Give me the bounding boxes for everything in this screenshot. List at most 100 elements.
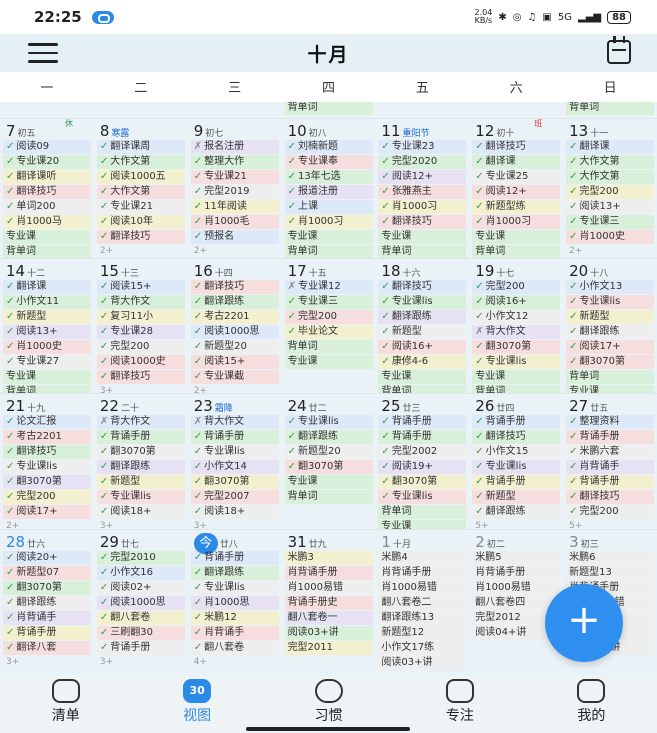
event-chip[interactable]: ✓ 肖1000习 xyxy=(472,215,561,229)
event-chip[interactable]: ✓ 预报名 xyxy=(190,230,279,244)
event-chip[interactable]: 专业课 xyxy=(3,370,91,384)
day-cell[interactable]: 11 重阳节 ✓ 专业课23 ✓ 完型2020 ✓ 阅读12+ ✓ 张雅燕主 ✓ 肖1000习 ✓ 翻译技… xyxy=(375,119,468,259)
event-chip[interactable]: 背诵手册史 xyxy=(284,596,373,610)
event-chip[interactable]: ✓ 阅读15+ xyxy=(96,280,185,294)
more-events-count[interactable]: 2+ xyxy=(95,245,187,258)
event-chip[interactable]: ✓ 翻译跟练 xyxy=(96,460,185,474)
event-chip[interactable]: ✓ 阅读18+ xyxy=(190,505,279,519)
event-chip[interactable]: ✓ 小作文14 xyxy=(190,460,279,474)
day-cell[interactable]: 10 初八 ✓ 刘楠新题 ✓ 专业课奉 ✓ 13年七选 ✓ 报道注册 ✓ 上课 ✓ 肖1000习 专业课 背单… xyxy=(281,119,375,259)
event-chip[interactable]: 完型2011 xyxy=(284,641,373,655)
event-chip[interactable]: 肖1000易错 xyxy=(472,581,561,595)
event-chip[interactable]: ✓ 张雅燕主 xyxy=(378,185,467,199)
event-chip[interactable]: ✓ 复习11小 xyxy=(96,310,185,324)
event-chip[interactable]: ✓ 背诵手册 xyxy=(96,641,185,655)
nav-profile[interactable]: 我的 xyxy=(526,676,657,733)
event-chip[interactable]: ✓ 大作文第 xyxy=(96,155,185,169)
event-chip[interactable]: ✓ 背诵手册 xyxy=(3,626,91,640)
event-chip[interactable]: ✓ 肖1000思 xyxy=(190,596,279,610)
event-chip[interactable]: 新题型13 xyxy=(566,566,655,580)
event-chip[interactable]: ✓ 整理大作 xyxy=(190,155,279,169)
event-chip[interactable]: ✓ 翻译技巧 xyxy=(378,215,467,229)
event-chip[interactable]: ✓ 新题型 xyxy=(3,310,91,324)
event-chip[interactable]: ✓ 小作文12 xyxy=(472,310,561,324)
day-cell[interactable]: 13 十一 ✓ 翻译课 ✓ 大作文第 ✓ 大作文第 ✓ 完型200 ✓ 阅读13+ ✓ 专业课三 ✓ 肖100… xyxy=(563,119,656,259)
event-chip[interactable]: ✓ 翻译跟练 xyxy=(566,325,655,339)
event-chip[interactable]: ✓ 翻译跟练 xyxy=(3,596,91,610)
event-chip[interactable]: ✓ 专业课23 xyxy=(378,140,467,154)
day-cell[interactable]: 15 十三 ✓ 阅读15+ ✓ 背大作文 ✓ 复习11小 ✓ 专业课28 ✓ 完型200 ✓ 阅读1000… xyxy=(93,259,187,394)
event-chip[interactable]: ✓ 上课 xyxy=(284,200,373,214)
event-chip[interactable]: ✓ 完型200 xyxy=(3,490,91,504)
event-chip[interactable]: 米鹏4 xyxy=(378,551,467,565)
event-chip[interactable]: 小作文17练 xyxy=(378,641,467,655)
event-chip[interactable]: 背单词 xyxy=(284,245,373,259)
event-chip[interactable]: ✓ 专业课lis xyxy=(3,460,91,474)
event-chip[interactable]: 新题型12 xyxy=(378,626,467,640)
event-chip[interactable]: ✓ 翻3070第 xyxy=(3,475,91,489)
day-cell[interactable]: 14 十二 ✓ 翻译课 ✓ 小作文11 ✓ 新题型 ✓ 阅读13+ ✓ 肖1000史 ✓ 专业课27 专业课… xyxy=(0,259,93,394)
event-chip[interactable]: ✓ 大作文第 xyxy=(566,155,655,169)
event-chip[interactable]: ✓ 翻译技巧 xyxy=(96,370,185,384)
calendar-view-icon[interactable]: 30 xyxy=(183,679,212,703)
day-cell[interactable]: 7 初五休 ✓ 阅读09 ✓ 专业课20 ✓ 翻译课听 ✓ 翻译技巧 ✓ 单词200 ✓ 肖1000马 专业… xyxy=(0,119,93,259)
nav-calendar-view[interactable]: 30 视图 xyxy=(131,676,262,733)
day-cell[interactable]: 19 十七 ✓ 完型200 ✓ 阅读16+ ✓ 小作文12 ✗ 背大作文 ✓ 翻3070第 ✓ 专业课li… xyxy=(469,259,562,394)
event-chip[interactable]: ✓ 肖1000习 xyxy=(284,215,373,229)
event-chip[interactable]: ✓ 11年阅读 xyxy=(190,200,279,214)
event-chip[interactable]: ✓ 完型2020 xyxy=(378,155,467,169)
day-cell[interactable]: 2 初二 米鹏5 肖背诵手册 肖1000易错 翻八套卷四 完型2012 阅读04+讲 xyxy=(469,530,562,676)
event-chip[interactable]: ✓ 翻译技巧 xyxy=(472,140,561,154)
event-chip[interactable]: ✓ 阅读20+ xyxy=(3,551,91,565)
event-chip[interactable]: ✓ 新题型 xyxy=(96,475,185,489)
day-cell[interactable]: 今廿八 ✓ 背诵手册 ✓ 翻译跟练 ✓ 专业课lis ✓ 肖1000思 ✓ 米鹏12 ✓ 肖背诵手 ✓ 翻八… xyxy=(187,530,281,676)
event-chip[interactable]: ✗ 报名注册 xyxy=(190,140,279,154)
day-cell[interactable]: 8 寒露 ✓ 翻译课周 ✓ 大作文第 ✓ 阅读1000五 ✓ 大作文第 ✓ 专业课21 ✓ 阅读10年 ✓ 翻… xyxy=(93,119,187,259)
event-chip[interactable]: 背单词 xyxy=(284,340,373,354)
calendar-picker-icon[interactable] xyxy=(607,36,631,64)
day-cell[interactable]: 24 廿二 ✓ 专业课lis ✓ 翻译跟练 ✓ 新题型20 ✓ 翻3070第 专业课 背单词 xyxy=(281,394,375,530)
event-chip[interactable]: ✓ 阅读18+ xyxy=(96,505,185,519)
event-chip[interactable]: ✓ 小作文16 xyxy=(96,566,185,580)
event-chip[interactable]: ✓ 新题型20 xyxy=(190,340,279,354)
event-chip[interactable]: ✓ 肖1000史 xyxy=(3,340,91,354)
event-chip[interactable]: ✓ 翻译技巧 xyxy=(3,185,91,199)
event-chip[interactable]: 背单词 xyxy=(566,101,655,115)
event-chip[interactable]: 背单词 xyxy=(284,101,373,115)
event-chip[interactable]: ✓ 专业课三 xyxy=(566,215,655,229)
habit-clock-icon[interactable] xyxy=(314,679,343,703)
day-cell[interactable]: 31 廿九 米鹏3 肖背诵手册 肖1000易错 背诵手册史 翻八套卷一 阅读03+讲 完型201… xyxy=(281,530,375,676)
event-chip[interactable]: ✓ 阅读1000思 xyxy=(190,325,279,339)
event-chip[interactable]: ✓ 翻译八套 xyxy=(3,641,91,655)
event-chip[interactable]: ✓ 肖背诵手 xyxy=(566,460,655,474)
month-title[interactable]: 十月 xyxy=(0,40,657,67)
event-chip[interactable]: ✓ 翻译技巧 xyxy=(566,490,655,504)
event-chip[interactable]: ✓ 专业课lis xyxy=(566,295,655,309)
day-cell[interactable]: 25 廿三 ✓ 背诵手册 ✓ 背诵手册 ✓ 完型2002 ✓ 阅读19+ ✓ 翻3070第 ✓ 专业课li… xyxy=(375,394,468,530)
event-chip[interactable]: ✓ 翻3070第 xyxy=(472,340,561,354)
event-chip[interactable]: ✓ 阅读12+ xyxy=(472,185,561,199)
event-chip[interactable]: 专业课 xyxy=(378,370,467,384)
event-chip[interactable]: ✓ 翻3070第 xyxy=(96,445,185,459)
more-events-count[interactable]: 2+ xyxy=(564,245,656,258)
event-chip[interactable]: ✓ 小作文13 xyxy=(566,280,655,294)
event-chip[interactable]: ✓ 专业课三 xyxy=(284,295,373,309)
event-chip[interactable]: 翻八套卷一 xyxy=(284,611,373,625)
event-chip[interactable]: ✓ 专业课21 xyxy=(190,170,279,184)
event-chip[interactable]: 背单词 xyxy=(378,505,467,519)
event-chip[interactable]: ✓ 完型200 xyxy=(566,505,655,519)
event-chip[interactable]: ✓ 专业课28 xyxy=(96,325,185,339)
event-chip[interactable]: ✓ 大作文第 xyxy=(96,185,185,199)
nav-focus-timer[interactable]: 专注 xyxy=(394,676,525,733)
event-chip[interactable]: ✓ 阅读1000五 xyxy=(96,170,185,184)
day-cell[interactable]: 12 初十班 ✓ 翻译技巧 ✓ 翻译课 ✓ 专业课25 ✓ 阅读12+ ✓ 新题型练 ✓ 肖1000习 专业… xyxy=(469,119,562,259)
event-chip[interactable]: ✓ 翻译跟练 xyxy=(472,505,561,519)
event-chip[interactable]: ✓ 新题型20 xyxy=(284,445,373,459)
event-chip[interactable]: ✓ 阅读16+ xyxy=(378,340,467,354)
event-chip[interactable]: ✓ 翻3070第 xyxy=(566,355,655,369)
event-chip[interactable]: ✓ 米鹏六套 xyxy=(566,445,655,459)
event-chip[interactable]: ✓ 13年七选 xyxy=(284,170,373,184)
event-chip[interactable]: ✓ 翻3070第 xyxy=(378,475,467,489)
event-chip[interactable]: 阅读03+讲 xyxy=(378,656,467,670)
event-chip[interactable]: 阅读03+讲 xyxy=(284,626,373,640)
